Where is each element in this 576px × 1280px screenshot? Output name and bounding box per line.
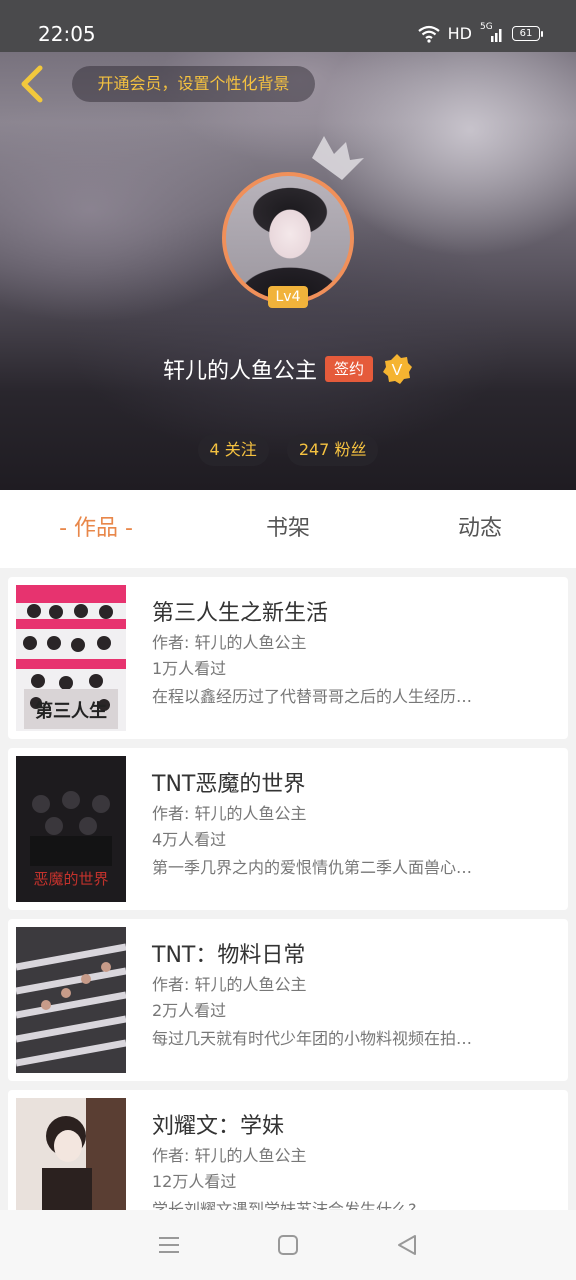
status-time: 22:05 <box>38 22 96 46</box>
work-card[interactable]: TNT：物料日常 作者: 轩儿的人鱼公主 2万人看过 每过几天就有时代少年团的小… <box>8 919 568 1081</box>
system-navbar <box>0 1210 576 1280</box>
work-author: 作者: 轩儿的人鱼公主 <box>152 804 307 823</box>
network-label: HD <box>447 24 472 43</box>
cover-art-daily <box>16 927 126 1073</box>
work-description: 每过几天就有时代少年团的小物料视频在拍… <box>152 1029 473 1048</box>
tab-activity[interactable]: 动态 <box>384 490 576 568</box>
cover-art-demon-world: 恶魔的世界 <box>16 756 126 902</box>
work-description: 第一季几界之内的爱恨情仇第二季人面兽心… <box>152 858 473 877</box>
work-cover: 恶魔的世界 <box>16 756 126 902</box>
battery-indicator: 61 <box>512 26 543 41</box>
signal-group: 5G <box>480 21 504 43</box>
home-button[interactable] <box>268 1225 308 1265</box>
menu-button[interactable] <box>149 1225 189 1265</box>
following-count[interactable]: 4 关注 <box>197 434 269 466</box>
work-card[interactable]: 刘耀文：学妹 作者: 轩儿的人鱼公主 12万人看过 学长刘耀文遇到学妹苏沫会发生… <box>8 1090 568 1210</box>
verified-letter: V <box>392 362 403 379</box>
work-title[interactable]: 刘耀文：学妹 <box>152 1108 284 1140</box>
avatar-container[interactable]: Lv4 <box>222 136 364 308</box>
signed-badge: 签约 <box>325 356 374 382</box>
work-views: 1万人看过 <box>152 659 227 678</box>
work-title[interactable]: TNT恶魔的世界 <box>152 766 305 798</box>
work-views: 2万人看过 <box>152 1001 227 1020</box>
work-cover <box>16 927 126 1073</box>
back-triangle-icon <box>397 1235 416 1255</box>
tab-works[interactable]: - 作品 - <box>0 490 192 568</box>
back-nav-button[interactable] <box>387 1225 427 1265</box>
work-author: 作者: 轩儿的人鱼公主 <box>152 975 307 994</box>
vip-background-prompt[interactable]: 开通会员，设置个性化背景 <box>72 66 315 102</box>
signal-type: 5G <box>480 21 493 32</box>
avatar[interactable] <box>222 172 354 304</box>
work-title[interactable]: TNT：物料日常 <box>152 937 305 969</box>
name-row: 轩儿的人鱼公主 签约 V <box>0 352 576 386</box>
profile-header: 22:05 HD 5G 61 开通会员，设置个性化背景 Lv4 轩儿的人鱼公主 … <box>0 0 576 490</box>
works-list: 第三人生 第三人生之新生活 作者: 轩儿的人鱼公主 1万人看过 在程以鑫经历过了… <box>8 577 568 1210</box>
crown-icon <box>312 136 364 180</box>
level-badge: Lv4 <box>268 286 308 308</box>
work-card[interactable]: 第三人生 第三人生之新生活 作者: 轩儿的人鱼公主 1万人看过 在程以鑫经历过了… <box>8 577 568 739</box>
followers-count[interactable]: 247 粉丝 <box>286 434 379 466</box>
work-cover <box>16 1098 126 1210</box>
work-views: 12万人看过 <box>152 1172 237 1191</box>
status-icons: HD 5G 61 <box>417 21 543 43</box>
username: 轩儿的人鱼公主 <box>162 359 317 384</box>
cover-text: 第三人生 <box>35 700 107 722</box>
home-icon <box>277 1235 298 1255</box>
cover-text: 恶魔的世界 <box>33 870 108 888</box>
back-icon[interactable] <box>14 62 50 106</box>
menu-icon <box>159 1237 180 1253</box>
status-bar: 22:05 HD 5G 61 <box>0 0 576 52</box>
cover-art-junior <box>16 1098 126 1210</box>
profile-tabs: - 作品 - 书架 动态 <box>0 490 576 568</box>
work-title[interactable]: 第三人生之新生活 <box>152 595 328 627</box>
work-description: 在程以鑫经历过了代替哥哥之后的人生经历… <box>152 687 473 706</box>
work-card[interactable]: 恶魔的世界 TNT恶魔的世界 作者: 轩儿的人鱼公主 4万人看过 第一季几界之内… <box>8 748 568 910</box>
work-views: 4万人看过 <box>152 830 227 849</box>
wifi-icon <box>417 25 440 43</box>
work-author: 作者: 轩儿的人鱼公主 <box>152 1146 307 1165</box>
work-description: 学长刘耀文遇到学妹苏沫会发生什么? <box>152 1200 417 1210</box>
cover-art-new-life: 第三人生 <box>16 585 126 731</box>
work-author: 作者: 轩儿的人鱼公主 <box>152 633 307 652</box>
tab-bookshelf[interactable]: 书架 <box>192 490 384 568</box>
verified-v-icon: V <box>383 354 413 384</box>
stats-row: 4 关注 247 粉丝 <box>0 434 576 466</box>
work-cover: 第三人生 <box>16 585 126 731</box>
